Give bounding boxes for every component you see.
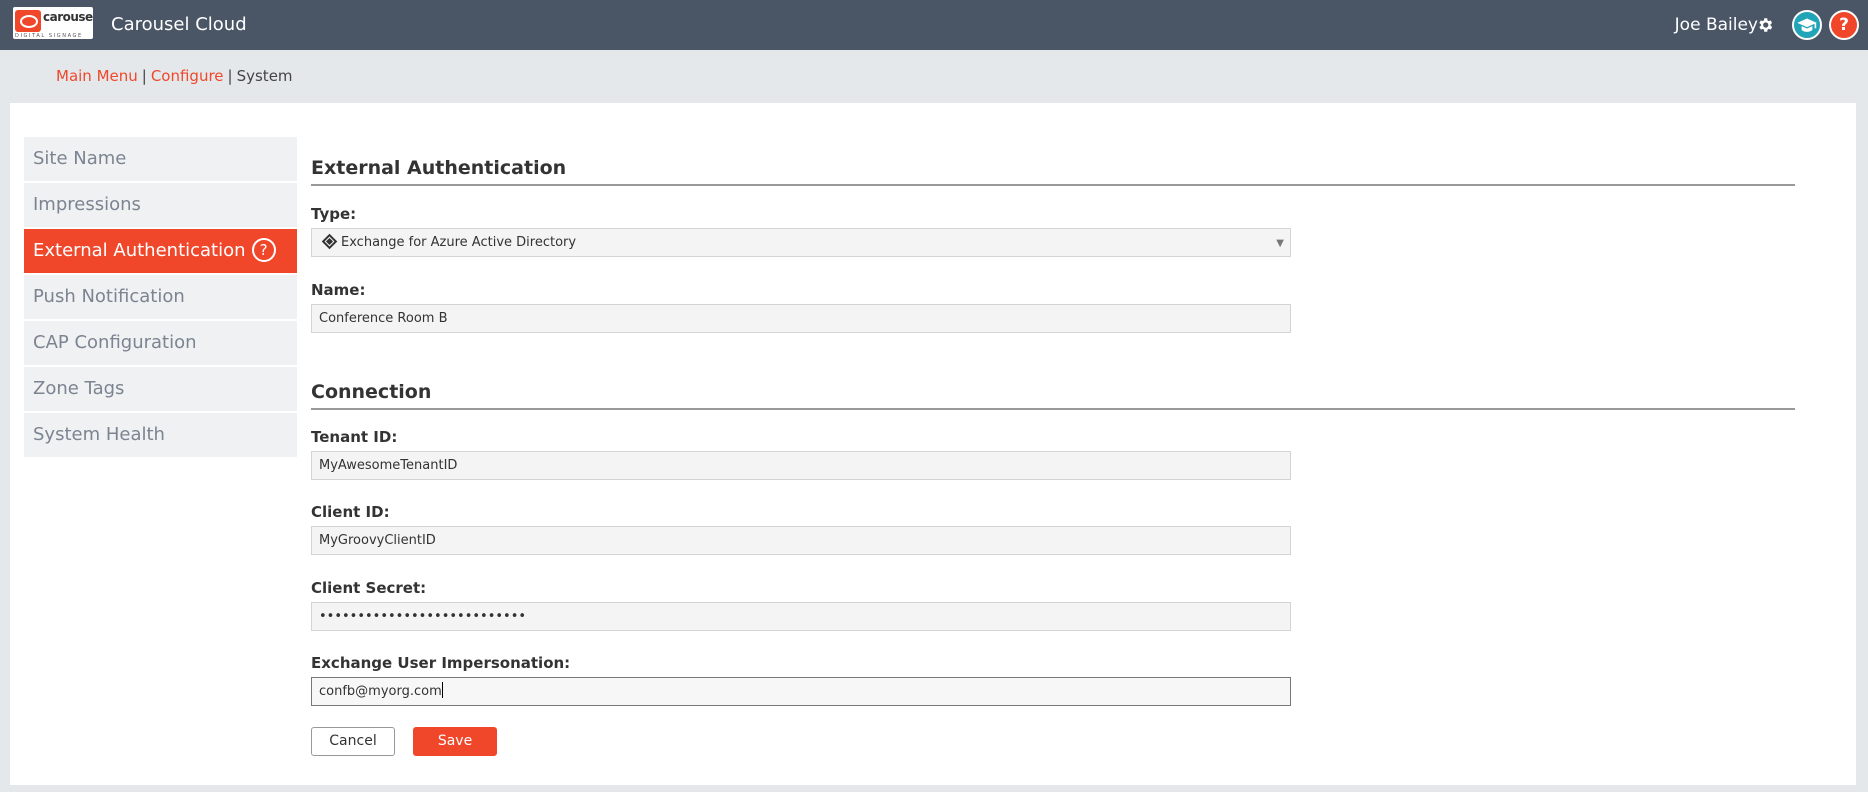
help-icon[interactable]: ? [251, 238, 276, 262]
sidebar-item-push-notification[interactable]: Push Notification [24, 275, 297, 319]
settings-sidebar: Site Name Impressions External Authentic… [24, 137, 297, 459]
help-button[interactable]: ? [1829, 10, 1859, 40]
tenant-id-field[interactable]: MyAwesomeTenantID [311, 451, 1291, 480]
breadcrumb-configure[interactable]: Configure [151, 67, 224, 85]
client-secret-field[interactable]: ••••••••••••••••••••••••••• [311, 602, 1291, 631]
impersonation-value: confb@myorg.com [319, 684, 442, 699]
impersonation-field[interactable]: confb@myorg.com [311, 677, 1291, 706]
tenant-id-label: Tenant ID: [311, 428, 398, 446]
breadcrumb-current: System [236, 67, 293, 85]
top-bar: carousel DIGITAL SIGNAGE Carousel Cloud … [0, 0, 1868, 50]
sidebar-item-label: Impressions [33, 194, 141, 215]
sidebar-item-system-health[interactable]: System Health [24, 413, 297, 457]
breadcrumb-main-menu[interactable]: Main Menu [56, 67, 138, 85]
app-title: Carousel Cloud [111, 14, 247, 35]
sidebar-item-label: System Health [33, 424, 165, 445]
graduation-cap-button[interactable] [1792, 10, 1822, 40]
name-label: Name: [311, 281, 366, 299]
logo-text: carousel [43, 10, 93, 24]
sidebar-item-label: Site Name [33, 148, 127, 169]
breadcrumb-separator: | [141, 67, 147, 85]
section-divider [311, 184, 1795, 186]
name-field[interactable]: Conference Room B [311, 304, 1291, 333]
impersonation-label: Exchange User Impersonation: [311, 654, 571, 672]
client-secret-label: Client Secret: [311, 579, 427, 597]
sidebar-item-impressions[interactable]: Impressions [24, 183, 297, 227]
section-divider [311, 408, 1795, 410]
breadcrumb-separator: | [227, 67, 233, 85]
sidebar-item-label: Zone Tags [33, 378, 125, 399]
exchange-icon [321, 233, 338, 250]
graduation-cap-icon [1797, 18, 1817, 32]
sidebar-item-site-name[interactable]: Site Name [24, 137, 297, 181]
sidebar-item-label: Push Notification [33, 286, 185, 307]
carousel-logo-mark [15, 10, 41, 32]
type-select[interactable]: Exchange for Azure Active Directory ▼ [311, 228, 1291, 257]
type-select-value: Exchange for Azure Active Directory [341, 235, 577, 250]
cancel-button[interactable]: Cancel [311, 727, 395, 756]
client-id-field[interactable]: MyGroovyClientID [311, 526, 1291, 555]
type-label: Type: [311, 205, 357, 223]
carousel-logo[interactable]: carousel DIGITAL SIGNAGE [13, 7, 93, 39]
sidebar-item-label: CAP Configuration [33, 332, 197, 353]
chevron-down-icon: ▼ [1276, 238, 1284, 249]
client-id-label: Client ID: [311, 503, 390, 521]
logo-subtitle: DIGITAL SIGNAGE [15, 33, 83, 39]
breadcrumb: Main Menu | Configure | System [56, 67, 293, 85]
sidebar-item-zone-tags[interactable]: Zone Tags [24, 367, 297, 411]
save-button[interactable]: Save [413, 727, 497, 756]
section-title-connection: Connection [311, 381, 432, 403]
gear-icon[interactable] [1756, 16, 1774, 34]
sidebar-item-cap-configuration[interactable]: CAP Configuration [24, 321, 297, 365]
section-title-external-authentication: External Authentication [311, 157, 567, 179]
sidebar-item-label: External Authentication [33, 240, 246, 261]
sidebar-item-external-authentication[interactable]: External Authentication? [24, 229, 297, 273]
user-name[interactable]: Joe Bailey [1675, 15, 1758, 35]
text-caret [441, 682, 443, 698]
